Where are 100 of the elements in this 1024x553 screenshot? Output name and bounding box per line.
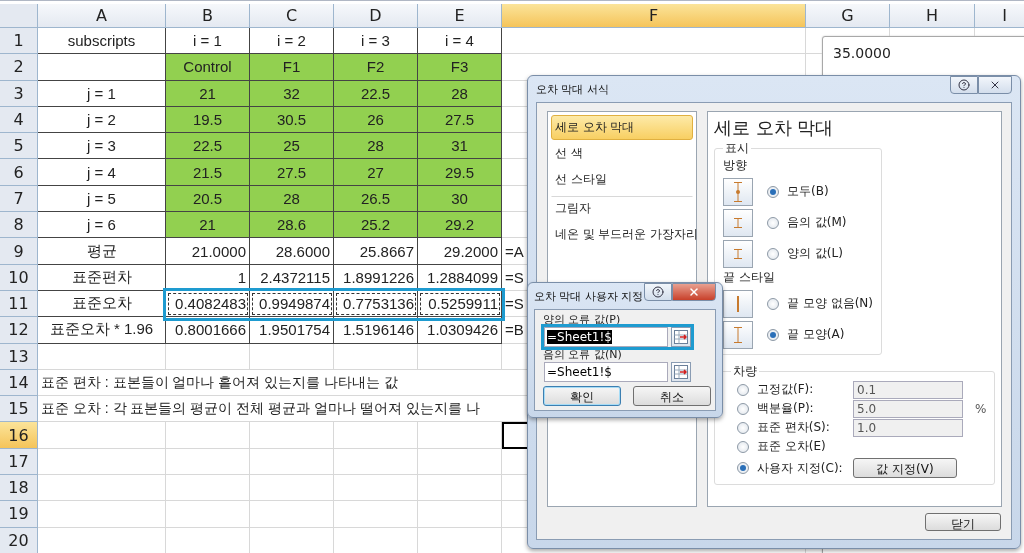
radio-button[interactable] (767, 185, 779, 198)
table-cell: 30.5 (250, 106, 334, 134)
row-header[interactable]: 6 (0, 159, 38, 186)
table-cell: 27 (334, 159, 418, 186)
row-header[interactable]: 19 (0, 501, 38, 528)
table-cell: 28 (334, 133, 418, 160)
select-all-corner[interactable] (0, 4, 38, 28)
help-icon (958, 79, 970, 91)
radio-button[interactable] (767, 216, 779, 229)
close-button[interactable] (978, 76, 1012, 94)
column-header[interactable]: H (890, 4, 975, 28)
radio-button[interactable] (767, 247, 779, 260)
error-bar-preview[interactable] (723, 208, 753, 237)
row-header[interactable]: 12 (0, 317, 38, 344)
row-header[interactable]: 1 (0, 28, 38, 55)
error-bar-icon (734, 181, 742, 202)
table-cell: 표준오차 * 1.96 (38, 317, 166, 344)
dialog-title: 오차 막대 서식 (536, 81, 609, 97)
row-header[interactable]: 10 (0, 264, 38, 291)
close-icon (989, 79, 1001, 91)
table-cell: 29.2 (418, 212, 502, 239)
axis-label: 35.0000 (833, 45, 892, 61)
column-header[interactable]: F (502, 4, 806, 28)
radio-button[interactable] (737, 383, 749, 396)
row-header[interactable]: 9 (0, 238, 38, 265)
row-header[interactable]: 8 (0, 212, 38, 239)
close-dialog-button[interactable]: 닫기 (925, 513, 1001, 531)
radio-button[interactable] (737, 462, 749, 474)
column-header[interactable]: A (38, 4, 166, 28)
table-cell: 25.2 (334, 212, 418, 239)
table-cell: 1.2884099 (418, 264, 502, 291)
table-cell: 1.5196146 (334, 317, 418, 344)
radio-button[interactable] (737, 440, 749, 453)
row-header[interactable]: 18 (0, 475, 38, 502)
radio-button[interactable] (737, 421, 749, 434)
table-cell: 0.9949874 (250, 290, 334, 318)
row-header[interactable]: 13 (0, 343, 38, 370)
column-header[interactable]: C (250, 4, 334, 28)
range-select-button[interactable] (671, 362, 691, 382)
direction-label: 방향 (723, 157, 748, 174)
category-item[interactable]: 그림자 (551, 196, 693, 221)
help-button[interactable] (950, 76, 978, 94)
column-header[interactable]: G (806, 4, 890, 28)
dialog-title: 오차 막대 사용자 지정 (534, 288, 644, 304)
range-select-button[interactable] (671, 327, 691, 347)
table-cell: 표준오차 (38, 290, 166, 318)
specify-value-button[interactable]: 값 지정(V) (853, 458, 957, 478)
column-header[interactable]: B (166, 4, 250, 28)
table-cell: 21 (166, 212, 250, 239)
table-cell: 27.5 (250, 159, 334, 186)
reference-field[interactable]: =Sheet1!$ (544, 362, 668, 382)
row-header[interactable]: 2 (0, 54, 38, 81)
close-icon (688, 286, 700, 298)
option-label: 사용자 지정(C): (757, 459, 844, 477)
category-item[interactable]: 선 색 (551, 141, 693, 166)
table-cell: 20.5 (166, 185, 250, 213)
table-cell: 1.0309426 (418, 317, 502, 344)
table-cell: 표준편차 (38, 264, 166, 291)
row-header[interactable]: 15 (0, 396, 38, 423)
table-cell: 19.5 (166, 106, 250, 134)
table-cell: F1 (250, 54, 334, 81)
table-cell: 25.8667 (334, 238, 418, 265)
error-bar-icon (734, 248, 742, 259)
table-cell: 28 (250, 185, 334, 213)
row-header[interactable]: 14 (0, 369, 38, 397)
range-select-icon (674, 365, 688, 379)
end-style-label: 끝 스타일 (723, 269, 776, 286)
row-header[interactable]: 20 (0, 527, 38, 553)
end-style-preview[interactable] (723, 289, 753, 318)
end-style-preview[interactable] (723, 320, 753, 349)
table-cell: 0.4082483 (166, 290, 250, 318)
row-header[interactable]: 16 (0, 422, 38, 449)
error-bar-icon (734, 295, 742, 312)
ok-button[interactable]: 확인 (543, 386, 621, 406)
error-bar-icon (734, 326, 742, 343)
error-bar-preview[interactable] (723, 177, 753, 206)
row-header[interactable]: 17 (0, 448, 38, 476)
reference-field[interactable]: =Sheet1!$ (544, 327, 668, 347)
help-button[interactable] (644, 283, 672, 301)
cancel-button[interactable]: 취소 (633, 386, 711, 406)
table-cell: 1.8991226 (334, 264, 418, 291)
row-header[interactable]: 7 (0, 185, 38, 213)
row-header[interactable]: 4 (0, 106, 38, 134)
help-icon (652, 286, 664, 298)
row-header[interactable]: 11 (0, 290, 38, 318)
column-header[interactable]: E (418, 4, 502, 28)
category-item[interactable]: 선 스타일 (551, 167, 693, 192)
column-header[interactable]: D (334, 4, 418, 28)
close-button[interactable] (672, 283, 716, 301)
table-cell: 25 (250, 133, 334, 160)
radio-button[interactable] (767, 328, 779, 341)
error-bar-preview[interactable] (723, 239, 753, 268)
table-cell: 29.2000 (418, 238, 502, 265)
row-header[interactable]: 3 (0, 80, 38, 107)
table-cell: 2.4372115 (250, 264, 334, 291)
category-item[interactable]: 세로 오차 막대 (551, 115, 693, 140)
column-header[interactable]: I (975, 4, 1024, 28)
radio-button[interactable] (737, 402, 749, 415)
radio-button[interactable] (767, 297, 779, 310)
row-header[interactable]: 5 (0, 133, 38, 160)
